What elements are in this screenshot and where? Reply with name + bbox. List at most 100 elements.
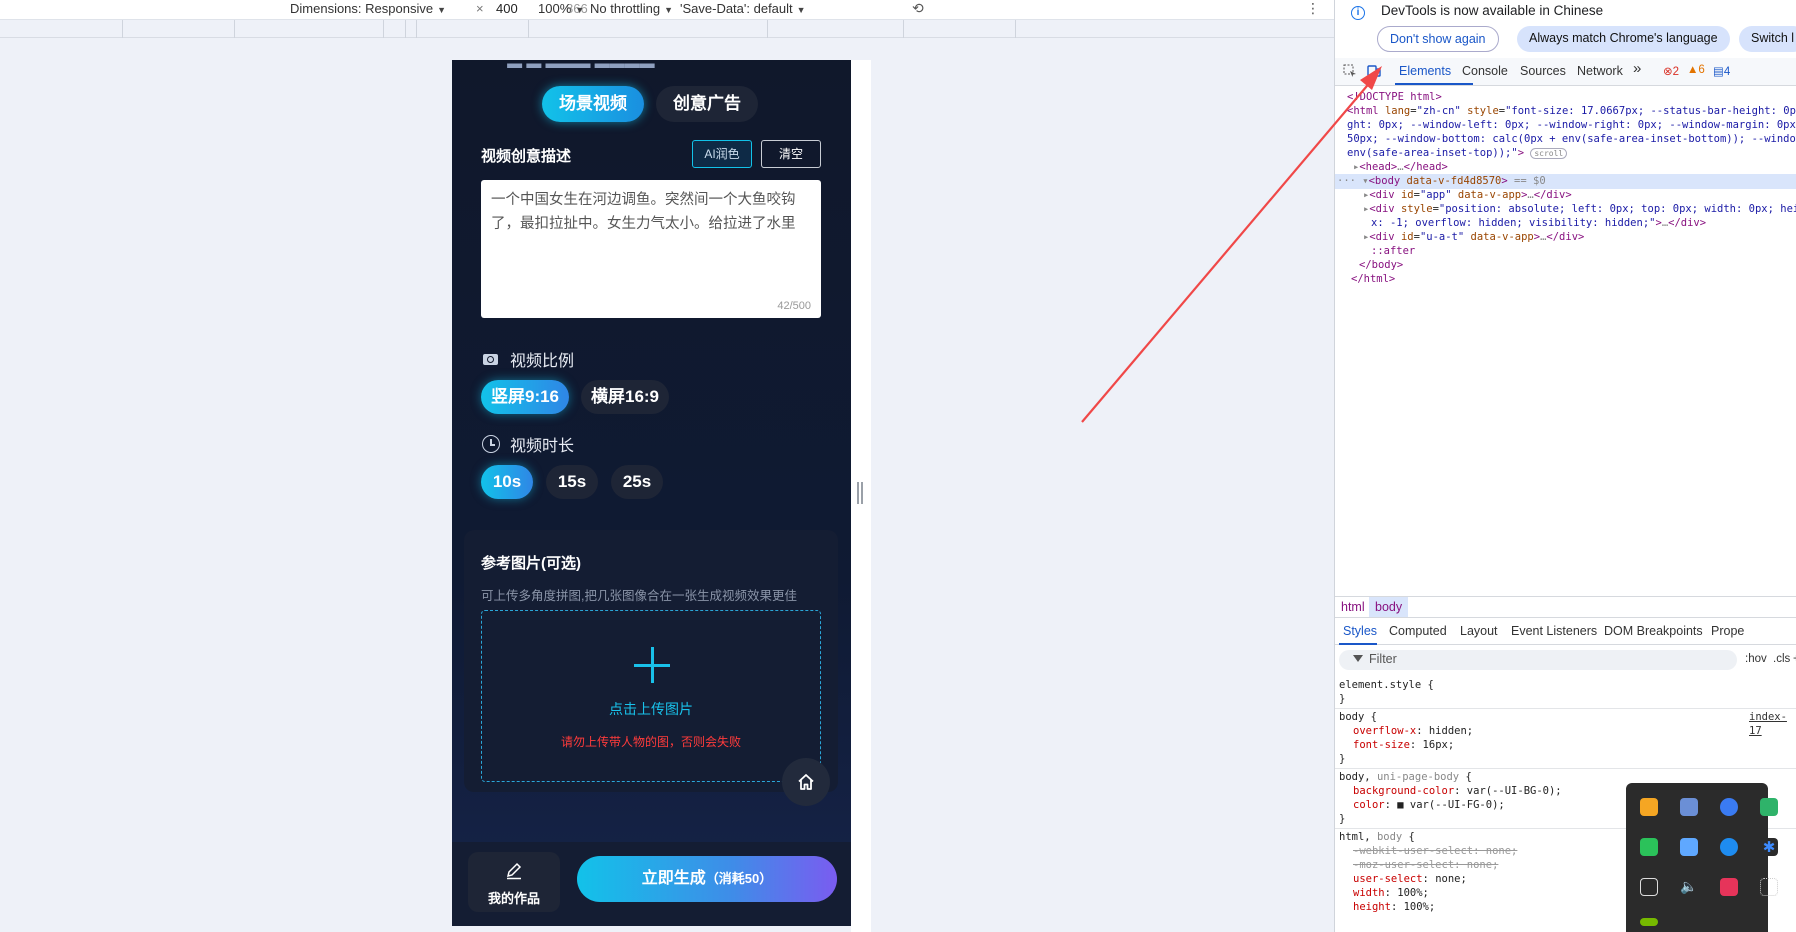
my-works-button[interactable]: 我的作品 [468,852,560,912]
reference-image-card: 参考图片(可选) 可上传多角度拼图,把几张图像合在一张生成视频效果更佳 点击上传… [464,530,838,792]
warning-count[interactable]: ▲6 [1687,64,1705,76]
filter-placeholder: Filter [1369,652,1397,666]
my-works-label: 我的作品 [487,891,540,906]
switch-language-button[interactable]: Switch l [1739,26,1796,52]
error-count-value: 2 [1672,66,1680,78]
bottom-action-bar: 我的作品 立即生成（消耗50） [452,842,851,926]
clear-button[interactable]: 清空 [761,140,821,168]
red-app-icon[interactable] [1720,878,1738,896]
description-text: 一个中国女生在河边调鱼。突然间一个大鱼咬钩了，最扣拉扯中。女生力气太小。给拉进了… [491,192,796,232]
sync-app-icon[interactable] [1720,838,1738,856]
generate-label: 立即生成 [641,870,706,887]
avatar-app-icon[interactable] [1680,798,1698,816]
upload-label: 点击上传图片 [609,701,693,717]
save-data-label: 'Save-Data': default [680,1,793,16]
active-styles-tab-indicator [1339,643,1377,645]
shield-app-icon[interactable] [1640,798,1658,816]
warning-count-value: 6 [1698,64,1705,76]
width-input[interactable]: 400 [492,0,544,18]
styles-filter-input[interactable]: Filter [1339,650,1737,670]
tab-network[interactable]: Network [1577,64,1623,78]
volume-icon[interactable]: 🔈 [1680,878,1698,896]
ratio-label: 视频比例 [510,353,575,370]
char-count: 42/500 [777,300,811,312]
generate-cost: （消耗50） [705,871,773,886]
tab-layout[interactable]: Layout [1460,624,1498,638]
rotate-icon[interactable]: ⟲ [912,0,924,17]
system-tray-popup: ✱ 🔈 [1626,783,1778,932]
green-app-icon[interactable] [1760,798,1778,816]
resize-handle[interactable] [857,482,863,504]
message-icon: ▤ [1713,66,1724,78]
info-icon: i [1351,6,1365,20]
tab-scene-video[interactable]: 场景视频 [542,86,644,122]
desc-label: 视频创意描述 [481,148,572,165]
chevron-down-icon: ▼ [437,5,446,15]
tab-creative-ad[interactable]: 创意广告 [656,86,758,122]
bluetooth-icon[interactable]: ✱ [1760,838,1778,856]
crumb-body[interactable]: body [1369,597,1409,617]
active-tab-indicator [1395,83,1473,85]
tab-elements[interactable]: Elements [1399,64,1451,78]
crumb-html[interactable]: html [1341,600,1365,614]
screen: Dimensions: Responsive ▼ 400 × 866 100% ▼ … [0,0,1796,932]
duration-label: 视频时长 [510,438,575,455]
tab-event-listeners[interactable]: Event Listeners [1511,624,1597,638]
tab-properties[interactable]: Prope [1711,624,1744,638]
dimensions-label: Dimensions: Responsive [290,1,434,16]
tab-sources[interactable]: Sources [1520,64,1566,78]
hov-toggle[interactable]: :hov [1745,653,1767,665]
language-infobar: i DevTools is now available in Chinese D… [1335,0,1796,56]
more-options-icon[interactable]: ⋮ [1306,0,1320,17]
tab-dom-breakpoints[interactable]: DOM Breakpoints [1604,624,1703,638]
dont-show-again-button[interactable]: Don't show again [1377,26,1499,52]
dimensions-dropdown[interactable]: Dimensions: Responsive ▼ [290,1,446,16]
browser-app-icon[interactable] [1720,798,1738,816]
device-toggle-icon[interactable] [1367,64,1381,78]
home-icon [798,774,814,790]
tab-computed[interactable]: Computed [1389,624,1447,638]
generate-button[interactable]: 立即生成（消耗50） [577,856,837,902]
nvidia-icon[interactable] [1640,918,1658,926]
chevron-down-icon: ▼ [796,5,806,15]
times-sign: × [476,1,484,16]
breadcrumb: html body [1335,596,1796,618]
tab-console[interactable]: Console [1462,64,1508,78]
ratio-portrait[interactable]: 竖屏9:16 [481,380,569,414]
zoom-dropdown[interactable]: 100% ▼ [538,1,584,16]
message-count[interactable]: ▤4 [1713,64,1730,78]
chevron-down-icon: ▼ [575,5,585,15]
zoom-label: 100% [538,1,572,16]
duration-25s[interactable]: 25s [611,465,663,499]
throttling-label: No throttling [590,1,661,16]
network-app-icon[interactable] [1760,878,1778,896]
inspect-element-icon[interactable] [1343,64,1357,78]
error-count[interactable]: ⊗2 [1663,64,1679,78]
cloud-app-icon[interactable] [1680,838,1698,856]
save-data-dropdown[interactable]: 'Save-Data': default ▼ [680,1,806,16]
emulated-page: ⌒ ▬ ▬ ▬▬▬ ▬▬▬▬ 场景视频 创意广告 视频创意描述 AI润色 清空 … [452,60,851,926]
styles-tabbar: Styles Computed Layout Event Listeners D… [1335,619,1796,645]
source-link[interactable]: index-17 [1749,710,1796,738]
upload-area[interactable]: 点击上传图片 请勿上传带人物的图，否则会失败 [481,610,821,782]
tab-styles[interactable]: Styles [1343,624,1377,638]
match-language-button[interactable]: Always match Chrome's language [1517,26,1730,52]
duration-10s[interactable]: 10s [481,465,533,499]
more-tabs-icon[interactable]: » [1633,60,1641,77]
dom-tree[interactable]: <!DOCTYPE html> <html lang="zh-cn" style… [1335,86,1796,596]
upload-warning: 请勿上传带人物的图，否则会失败 [560,735,741,749]
ai-polish-button[interactable]: AI润色 [692,140,752,168]
cls-toggle[interactable]: .cls [1773,653,1790,665]
warning-icon: ▲ [1687,64,1699,76]
description-textarea[interactable]: 一个中国女生在河边调鱼。突然间一个大鱼咬钩了，最扣拉扯中。女生力气太小。给拉进了… [481,180,821,318]
duration-15s[interactable]: 15s [546,465,598,499]
display-icon[interactable] [1640,878,1658,896]
media-query-ruler[interactable] [0,20,1334,38]
throttling-dropdown[interactable]: No throttling ▼ [590,1,673,16]
wechat-icon[interactable] [1640,838,1658,856]
ratio-landscape[interactable]: 横屏16:9 [581,380,669,414]
plus-icon [634,647,670,683]
duration-header: 视频时长 [482,432,574,456]
home-button[interactable] [782,758,830,806]
message-count-value: 4 [1723,66,1731,78]
